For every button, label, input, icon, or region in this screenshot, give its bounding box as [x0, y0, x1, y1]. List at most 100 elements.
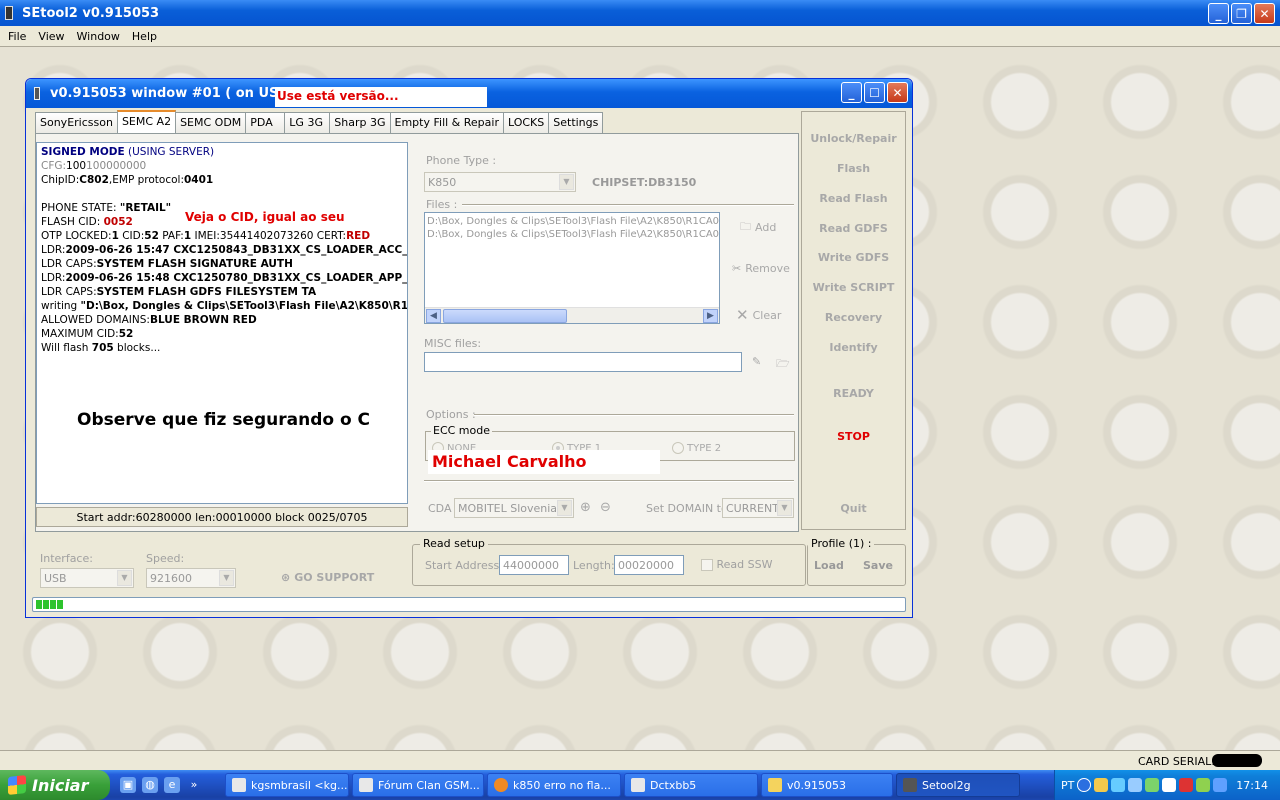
ecc-mode-label: ECC mode: [431, 424, 493, 437]
network-icon[interactable]: [1111, 778, 1126, 792]
log-text: 705: [91, 342, 114, 354]
chevron-right-icon[interactable]: »: [186, 777, 202, 793]
read-flash-button[interactable]: Read Flash: [802, 192, 905, 205]
flash-progress-bar: [32, 597, 906, 612]
interface-select[interactable]: USB ▼: [40, 568, 134, 588]
unlock-repair-button[interactable]: Unlock/Repair: [802, 132, 905, 145]
profile-label: Profile (1) :: [808, 537, 875, 550]
quicklaunch-icon[interactable]: ▣: [120, 777, 136, 793]
minimize-button[interactable]: _: [1208, 3, 1229, 24]
tray-app-icon[interactable]: [1145, 778, 1160, 792]
profile-load-button[interactable]: Load: [814, 559, 844, 572]
child-minimize-button[interactable]: _: [841, 82, 862, 103]
child-content: SonyEricsson SEMC A2 SEMC ODM PDA LG 3G …: [30, 108, 908, 614]
tab-locks[interactable]: LOCKS: [502, 112, 550, 133]
remove-file-button[interactable]: ✂ Remove: [732, 262, 790, 275]
taskbar-item-folder[interactable]: v0.915053: [761, 773, 893, 797]
radio-circle: [672, 442, 684, 454]
start-button[interactable]: Iniciar: [0, 770, 110, 800]
log-output[interactable]: SIGNED MODE (USING SERVER) CFG:100100000…: [36, 142, 408, 504]
file-item[interactable]: D:\Box, Dongles & Clips\SETool3\Flash Fi…: [427, 215, 719, 228]
add-file-button[interactable]: 🗀 Add: [740, 218, 776, 237]
flash-button[interactable]: Flash: [802, 162, 905, 175]
file-item[interactable]: D:\Box, Dongles & Clips\SETool3\Flash Fi…: [427, 228, 719, 241]
quit-button[interactable]: Quit: [802, 502, 905, 515]
identify-button[interactable]: Identify: [802, 341, 905, 354]
write-gdfs-button[interactable]: Write GDFS: [802, 251, 905, 264]
log-text: RED: [346, 230, 371, 242]
menu-view[interactable]: View: [32, 30, 70, 43]
quick-launch: ▣ ◍ e »: [120, 777, 222, 793]
taskbar-item-firefox[interactable]: k850 erro no fla...: [487, 773, 621, 797]
clear-x-icon: ✕: [736, 306, 749, 324]
scroll-right-icon[interactable]: ▶: [703, 309, 718, 323]
log-text: 2009-06-26 15:47 CXC1250843_DB31XX_CS_LO…: [65, 244, 408, 256]
tray-app-icon[interactable]: [1196, 778, 1211, 792]
cda-remove-icon[interactable]: ⊖: [600, 500, 611, 515]
tab-semc-a2[interactable]: SEMC A2: [116, 110, 177, 133]
misc-files-input[interactable]: [424, 352, 742, 372]
pencil-icon[interactable]: ✎: [752, 355, 761, 368]
read-gdfs-button[interactable]: Read GDFS: [802, 222, 905, 235]
menubar: File View Window Help: [0, 26, 1280, 46]
chevron-down-icon: ▼: [557, 500, 572, 516]
files-list[interactable]: D:\Box, Dongles & Clips\SETool3\Flash Fi…: [424, 212, 720, 324]
tab-semc-odm[interactable]: SEMC ODM: [175, 112, 247, 133]
restore-button[interactable]: ❐: [1231, 3, 1252, 24]
log-text: CID:: [118, 230, 145, 242]
taskbar-item-dctxbb5[interactable]: Dctxbb5: [624, 773, 758, 797]
folder-open-icon[interactable]: 🗁: [776, 355, 790, 374]
progress-segment: [43, 600, 49, 609]
start-address-input[interactable]: 44000000: [499, 555, 569, 575]
speed-select[interactable]: 921600 ▼: [146, 568, 236, 588]
tray-app-icon[interactable]: [1213, 778, 1228, 792]
cda-select[interactable]: MOBITEL Slovenia /S ▼: [454, 498, 574, 518]
log-text: CFG:: [41, 160, 67, 172]
scroll-left-icon[interactable]: ◀: [426, 309, 441, 323]
log-text: 100000000: [86, 160, 147, 172]
phone-type-select[interactable]: K850 ▼: [424, 172, 576, 192]
tray-app-icon[interactable]: [1179, 778, 1194, 792]
scroll-thumb[interactable]: [443, 309, 567, 323]
files-horizontal-scrollbar[interactable]: ◀ ▶: [425, 307, 719, 323]
shield-icon[interactable]: [1094, 778, 1109, 792]
taskbar-item-kgsmbrasil[interactable]: kgsmbrasil <kg...: [225, 773, 349, 797]
network-icon[interactable]: [1128, 778, 1143, 792]
tab-empty-fill-repair[interactable]: Empty Fill & Repair: [389, 112, 504, 133]
profile-save-button[interactable]: Save: [863, 559, 893, 572]
cda-add-icon[interactable]: ⊕: [580, 500, 591, 515]
taskbar-item-forum[interactable]: Fórum Clan GSM...: [352, 773, 484, 797]
tab-settings[interactable]: Settings: [548, 112, 604, 133]
bottom-settings: Interface: USB ▼ Speed: 921600 ▼ ⊛ GO SUPPO…: [35, 536, 906, 606]
menu-help[interactable]: Help: [126, 30, 163, 43]
log-text: ALLOWED DOMAINS:: [41, 314, 150, 326]
clear-files-button[interactable]: ✕ Clear: [736, 306, 781, 324]
length-input[interactable]: 00020000: [614, 555, 684, 575]
taskbar-item-setool2g[interactable]: Setool2g: [896, 773, 1020, 797]
stop-button[interactable]: STOP: [802, 430, 905, 443]
domain-select[interactable]: CURRENT ▼: [722, 498, 794, 518]
tab-sonyericsson[interactable]: SonyEricsson: [35, 112, 118, 133]
menu-window[interactable]: Window: [71, 30, 126, 43]
ie-icon[interactable]: e: [164, 777, 180, 793]
app-statusbar: CARD SERIAL: 00: [0, 750, 1280, 770]
child-close-button[interactable]: ✕: [887, 82, 908, 103]
language-indicator[interactable]: PT: [1061, 779, 1074, 792]
back-arrow-icon[interactable]: [1077, 778, 1092, 792]
log-text: "D:\Box, Dongles & Clips\SETool3\Flash F…: [80, 300, 408, 312]
recovery-button[interactable]: Recovery: [802, 311, 905, 324]
ecc-type2-radio[interactable]: TYPE 2: [672, 442, 721, 454]
quicklaunch-icon[interactable]: ◍: [142, 777, 158, 793]
close-button[interactable]: ✕: [1254, 3, 1275, 24]
tab-sharp-3g[interactable]: Sharp 3G: [329, 112, 391, 133]
read-ssw-checkbox[interactable]: Read SSW: [701, 558, 772, 571]
tray-app-icon[interactable]: [1162, 778, 1177, 792]
tab-pda[interactable]: PDA: [245, 112, 286, 133]
menu-file[interactable]: File: [2, 30, 32, 43]
app-title: SEtool2 v0.915053: [22, 5, 160, 21]
write-script-button[interactable]: Write SCRIPT: [802, 281, 905, 294]
cda-label: CDA: [428, 502, 452, 515]
tab-lg-3g[interactable]: LG 3G: [284, 112, 331, 133]
child-maximize-button[interactable]: ☐: [864, 82, 885, 103]
go-support-button[interactable]: ⊛ GO SUPPORT: [281, 571, 374, 584]
